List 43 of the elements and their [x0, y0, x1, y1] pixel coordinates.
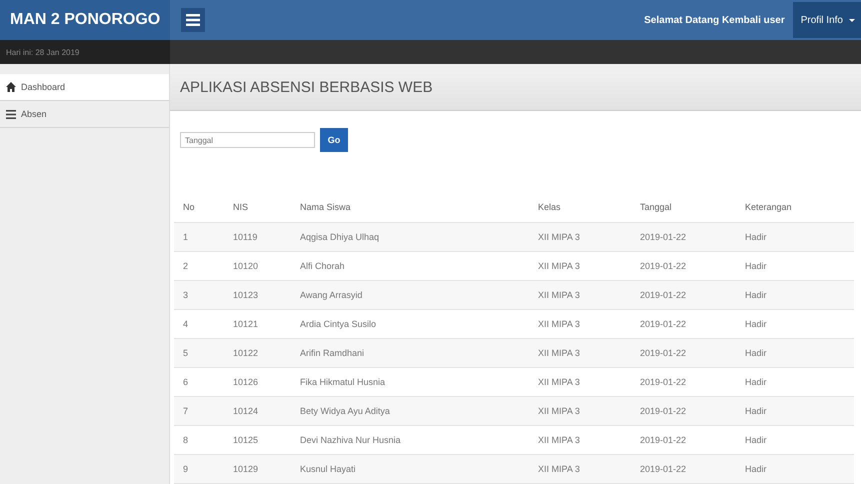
table-cell: 2019-01-22	[631, 222, 736, 252]
table-cell: XII MIPA 3	[529, 280, 631, 310]
table-cell: Arifin Ramdhani	[291, 338, 529, 368]
table-cell: Bety Widya Ayu Aditya	[291, 396, 529, 426]
table-cell: 2019-01-22	[631, 280, 736, 310]
table-cell: 5	[174, 338, 224, 368]
table-cell: XII MIPA 3	[529, 454, 631, 484]
table-cell: Hadir	[736, 280, 854, 310]
sidebar-item[interactable]: Absen	[0, 101, 169, 128]
home-icon	[6, 82, 16, 92]
date-field[interactable]: Tanggal	[180, 132, 315, 148]
table-cell: Hadir	[736, 222, 854, 252]
table-cell: Kusnul Hayati	[291, 454, 529, 484]
brand-title: MAN 2 PONOROGO	[0, 0, 170, 40]
menu-icon	[186, 14, 200, 26]
table-cell: Aqgisa Dhiya Ulhaq	[291, 222, 529, 252]
table-cell: 2019-01-22	[631, 396, 736, 426]
table-cell: 2019-01-22	[631, 454, 736, 484]
table-cell: Hadir	[736, 338, 854, 368]
table-cell: 1	[174, 222, 224, 252]
go-button[interactable]: Go	[320, 128, 348, 152]
table-cell: 10119	[224, 222, 291, 252]
table-cell: 10124	[224, 396, 291, 426]
table-cell: 9	[174, 454, 224, 484]
table-cell: 2019-01-22	[631, 338, 736, 368]
table-cell: 7	[174, 396, 224, 426]
table-cell: XII MIPA 3	[529, 396, 631, 426]
table-cell: 10123	[224, 280, 291, 310]
table-cell: XII MIPA 3	[529, 222, 631, 252]
table-cell: 10129	[224, 454, 291, 484]
table-cell: 10122	[224, 338, 291, 368]
welcome-text: Selamat Datang Kembali user	[644, 14, 785, 26]
page-title: APLIKASI ABSENSI BERBASIS WEB	[180, 78, 433, 96]
table-cell: 3	[174, 280, 224, 310]
menu-button[interactable]	[181, 8, 205, 32]
list-icon	[6, 110, 16, 118]
table-cell: Hadir	[736, 454, 854, 484]
table-cell: Hadir	[736, 396, 854, 426]
sidebar-item[interactable]: Dashboard	[0, 74, 169, 101]
table-cell: Awang Arrasyid	[291, 280, 529, 310]
table-cell: XII MIPA 3	[529, 338, 631, 368]
profile-menu[interactable]: Profil Info	[792, 2, 861, 38]
date-text: Hari ini: 28 Jan 2019	[6, 48, 80, 56]
